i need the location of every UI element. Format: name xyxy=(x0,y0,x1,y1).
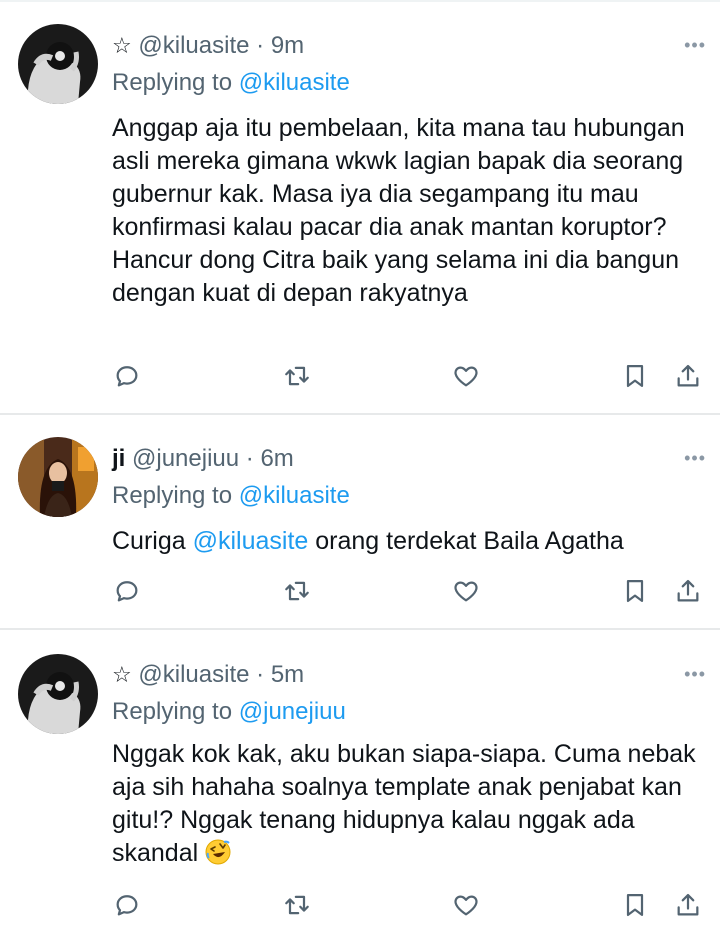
star-icon: ☆ xyxy=(112,33,132,58)
retweet-icon[interactable] xyxy=(280,359,314,393)
tweet-reply-1[interactable]: ☆ @kiluasite · 9m ••• Replying to @kilua… xyxy=(0,0,720,415)
tweet-text-mention[interactable]: @kiluasite xyxy=(193,527,309,555)
tweet-reply-3[interactable]: ☆ @kiluasite · 5m ••• Replying to @junej… xyxy=(0,630,720,932)
replying-to: Replying to @junejiuu xyxy=(112,698,346,726)
replying-label: Replying to xyxy=(112,482,233,509)
tweet-text-suffix: orang terdekat Baila Agatha xyxy=(308,527,624,555)
user-handle[interactable]: @kiluasite xyxy=(138,661,249,688)
replying-to: Replying to @kiluasite xyxy=(112,482,350,510)
avatar[interactable] xyxy=(18,437,98,517)
replying-to-mention[interactable]: @kiluasite xyxy=(239,482,350,509)
user-handle[interactable]: @kiluasite xyxy=(138,32,249,59)
bookmark-icon[interactable] xyxy=(618,574,652,608)
dot-separator: · xyxy=(239,445,261,472)
avatar[interactable] xyxy=(18,654,98,734)
share-icon[interactable] xyxy=(671,359,705,393)
avatar[interactable] xyxy=(18,24,98,104)
replying-to: Replying to @kiluasite xyxy=(112,69,350,97)
tweet-reply-2[interactable]: ji @junejiuu · 6m ••• Replying to @kilua… xyxy=(0,415,720,630)
bookmark-icon[interactable] xyxy=(618,359,652,393)
replying-label: Replying to xyxy=(112,698,233,725)
action-bar xyxy=(0,574,720,608)
replying-to-mention[interactable]: @kiluasite xyxy=(239,69,350,96)
rolling-on-floor-laughing-emoji xyxy=(205,839,231,865)
user-handle[interactable]: @junejiuu xyxy=(132,445,239,472)
tweet-text: Nggak kok kak, aku bukan siapa-siapa. Cu… xyxy=(112,738,702,870)
display-name[interactable]: ji xyxy=(112,445,125,472)
reply-icon[interactable] xyxy=(110,888,144,922)
replying-label: Replying to xyxy=(112,69,233,96)
tweet-text: Anggap aja itu pembelaan, kita mana tau … xyxy=(112,114,685,307)
heart-icon[interactable] xyxy=(449,359,483,393)
action-bar xyxy=(0,359,720,393)
retweet-icon[interactable] xyxy=(280,574,314,608)
replying-to-mention[interactable]: @junejiuu xyxy=(239,698,346,725)
star-icon: ☆ xyxy=(112,662,132,687)
reply-icon[interactable] xyxy=(110,359,144,393)
tweet-header: ☆ @kiluasite · 5m xyxy=(112,661,304,689)
more-options-icon[interactable]: ••• xyxy=(684,665,706,683)
timestamp[interactable]: 5m xyxy=(271,661,304,688)
bookmark-icon[interactable] xyxy=(618,888,652,922)
dot-separator: · xyxy=(249,32,271,59)
more-options-icon[interactable]: ••• xyxy=(684,36,706,54)
tweet-text: Curiga @kiluasite orang terdekat Baila A… xyxy=(112,525,702,558)
tweet-header: ji @junejiuu · 6m xyxy=(112,445,294,473)
timestamp[interactable]: 6m xyxy=(260,445,293,472)
timestamp[interactable]: 9m xyxy=(271,32,304,59)
retweet-icon[interactable] xyxy=(280,888,314,922)
share-icon[interactable] xyxy=(671,888,705,922)
dot-separator: · xyxy=(249,661,271,688)
tweet-text-body: Nggak kok kak, aku bukan siapa-siapa. Cu… xyxy=(112,740,696,867)
more-options-icon[interactable]: ••• xyxy=(684,449,706,467)
share-icon[interactable] xyxy=(671,574,705,608)
heart-icon[interactable] xyxy=(449,574,483,608)
tweet-header: ☆ @kiluasite · 9m xyxy=(112,32,304,60)
tweet-text-prefix: Curiga xyxy=(112,527,193,555)
reply-icon[interactable] xyxy=(110,574,144,608)
heart-icon[interactable] xyxy=(449,888,483,922)
action-bar xyxy=(0,888,720,922)
